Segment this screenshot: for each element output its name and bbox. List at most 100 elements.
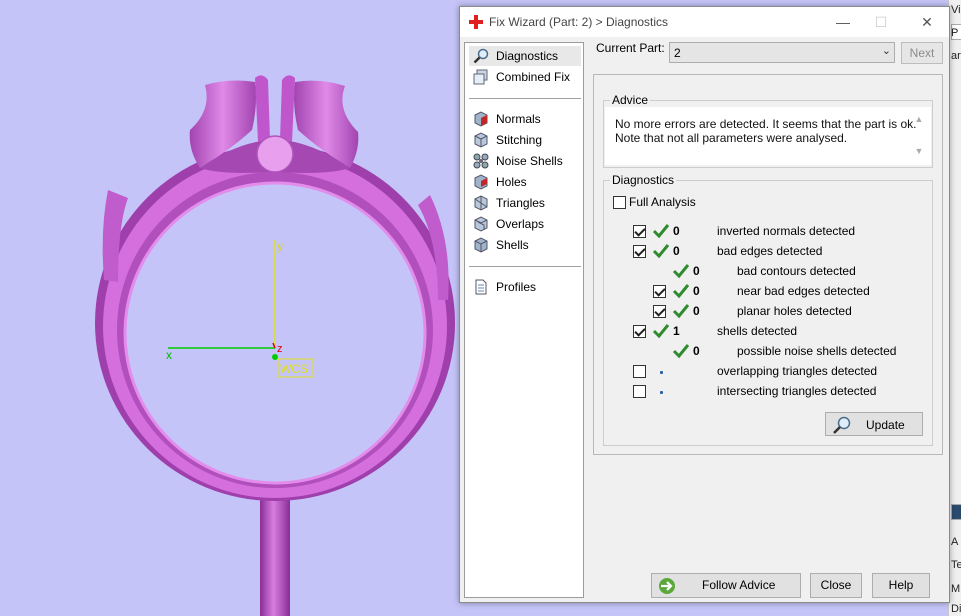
diag-label: planar holes detected <box>737 304 852 318</box>
nav-item-normals[interactable]: Normals <box>469 109 581 129</box>
advice-title: Advice <box>610 93 651 107</box>
nav-item-profiles[interactable]: Profiles <box>469 277 581 297</box>
diagnostics-title: Diagnostics <box>610 173 677 187</box>
stitching-cube-icon <box>474 132 488 148</box>
diag-count: 0 <box>693 304 700 318</box>
nav-item-noise-shells[interactable]: Noise Shells <box>469 151 581 171</box>
inverted-normals-checkbox[interactable] <box>633 225 646 238</box>
diag-label: inverted normals detected <box>717 224 856 238</box>
nav-item-triangles[interactable]: Triangles <box>469 193 581 213</box>
pending-dot-icon <box>660 391 663 394</box>
wcs-label: WCS <box>280 362 308 376</box>
update-label: Update <box>866 418 905 432</box>
y-axis-label: y <box>277 239 283 253</box>
diagnostics-group: Diagnostics Full Analysis 0 inverted nor… <box>603 173 933 446</box>
bad-edges-checkbox[interactable] <box>633 245 646 258</box>
nav-item-label: Triangles <box>496 196 545 210</box>
follow-advice-button[interactable]: Follow Advice <box>651 573 801 598</box>
current-part-value: 2 <box>674 46 681 60</box>
shells-checkbox[interactable] <box>633 325 646 338</box>
update-button[interactable]: Update <box>825 412 923 436</box>
advice-group: No more errors are detected. It seems th… <box>603 93 933 168</box>
diag-label: shells detected <box>717 324 798 338</box>
nav-item-label: Shells <box>496 238 529 252</box>
magnifier-icon <box>833 416 851 434</box>
green-check-icon <box>672 344 690 359</box>
full-analysis-label: Full Analysis <box>629 195 696 209</box>
planar-holes-checkbox[interactable] <box>653 305 666 318</box>
pending-dot-icon <box>660 371 663 374</box>
maximize-button[interactable]: ☐ <box>870 11 892 33</box>
nav-divider <box>469 266 581 267</box>
wizard-nav: Diagnostics Combined Fix Normals Stitchi… <box>464 42 584 598</box>
advice-text-line: No more errors are detected. It seems th… <box>615 117 917 131</box>
nav-item-diagnostics[interactable]: Diagnostics <box>469 46 581 66</box>
green-check-icon <box>652 324 670 339</box>
diag-label: bad edges detected <box>717 244 823 258</box>
close-button[interactable]: Close <box>810 573 862 598</box>
current-part-label: Current Part: <box>596 41 665 55</box>
help-button[interactable]: Help <box>872 573 930 598</box>
center-stone <box>256 135 294 173</box>
arrow-right-icon <box>659 578 675 594</box>
edge-label: Dista <box>951 603 961 615</box>
diag-count: 0 <box>693 344 700 358</box>
close-window-button[interactable]: ✕ <box>916 11 938 33</box>
nav-item-label: Stitching <box>496 133 543 147</box>
title-bar[interactable]: Fix Wizard (Part: 2) > Diagnostics — ☐ ✕ <box>460 7 949 37</box>
diag-count: 0 <box>693 264 700 278</box>
next-button[interactable]: Next <box>901 42 943 64</box>
diag-label: intersecting triangles detected <box>717 384 877 398</box>
diagnostics-panel: No more errors are detected. It seems th… <box>593 74 943 455</box>
z-axis-label: z <box>277 343 283 355</box>
chevron-down-icon: ⌄ <box>881 45 891 57</box>
green-check-icon <box>672 304 690 319</box>
diag-count: 1 <box>673 324 680 338</box>
diag-label: bad contours detected <box>737 264 856 278</box>
diag-label: overlapping triangles detected <box>717 364 878 378</box>
edge-label: art <box>951 50 961 62</box>
nav-item-label: Noise Shells <box>496 154 563 168</box>
diag-count: 0 <box>693 284 700 298</box>
triangles-cube-icon <box>474 195 488 211</box>
intersecting-triangles-checkbox[interactable] <box>633 385 646 398</box>
full-analysis-checkbox[interactable] <box>613 196 626 209</box>
edge-label: M <box>951 583 961 595</box>
edge-label: Tex <box>951 559 961 571</box>
shells-cube-icon <box>474 237 488 253</box>
advice-textbox[interactable]: No more errors are detected. It seems th… <box>605 107 931 165</box>
overlapping-triangles-checkbox[interactable] <box>633 365 646 378</box>
ring-model-view: x y z WCS <box>95 75 455 616</box>
diag-label: near bad edges detected <box>737 284 870 298</box>
nav-item-holes[interactable]: Holes <box>469 172 581 192</box>
nav-item-combined-fix[interactable]: Combined Fix <box>469 67 581 87</box>
near-bad-edges-checkbox[interactable] <box>653 285 666 298</box>
advice-text-line: Note that not all parameters were analys… <box>615 131 848 145</box>
noise-shells-icon <box>473 153 489 169</box>
holes-cube-icon <box>474 174 488 190</box>
current-part-select[interactable]: 2 ⌄ <box>669 42 895 63</box>
nav-item-label: Holes <box>496 175 527 189</box>
dialog-title: Fix Wizard (Part: 2) > Diagnostics <box>489 15 669 29</box>
nav-item-stitching[interactable]: Stitching <box>469 130 581 150</box>
edge-label: A <box>951 536 959 548</box>
combined-fix-icon <box>473 69 488 85</box>
overlaps-cube-icon <box>474 216 488 232</box>
follow-advice-label: Follow Advice <box>702 578 776 592</box>
nav-divider <box>469 98 581 99</box>
green-check-icon <box>672 284 690 299</box>
nav-item-label: Normals <box>496 112 541 126</box>
advice-scrollbar[interactable]: ▲ ▼ <box>913 111 925 161</box>
fix-wizard-dialog: Fix Wizard (Part: 2) > Diagnostics — ☐ ✕… <box>459 6 950 603</box>
minimize-button[interactable]: — <box>832 11 854 33</box>
edge-label: Vie <box>951 4 961 16</box>
document-icon <box>475 279 487 295</box>
diag-count: 0 <box>673 224 680 238</box>
nav-item-label: Profiles <box>496 280 537 294</box>
diag-count: 0 <box>673 244 680 258</box>
nav-item-shells[interactable]: Shells <box>469 235 581 255</box>
diag-label: possible noise shells detected <box>737 344 897 358</box>
nav-item-overlaps[interactable]: Overlaps <box>469 214 581 234</box>
3d-viewport[interactable]: x y z WCS <box>0 0 460 616</box>
nav-item-label: Diagnostics <box>496 49 559 63</box>
